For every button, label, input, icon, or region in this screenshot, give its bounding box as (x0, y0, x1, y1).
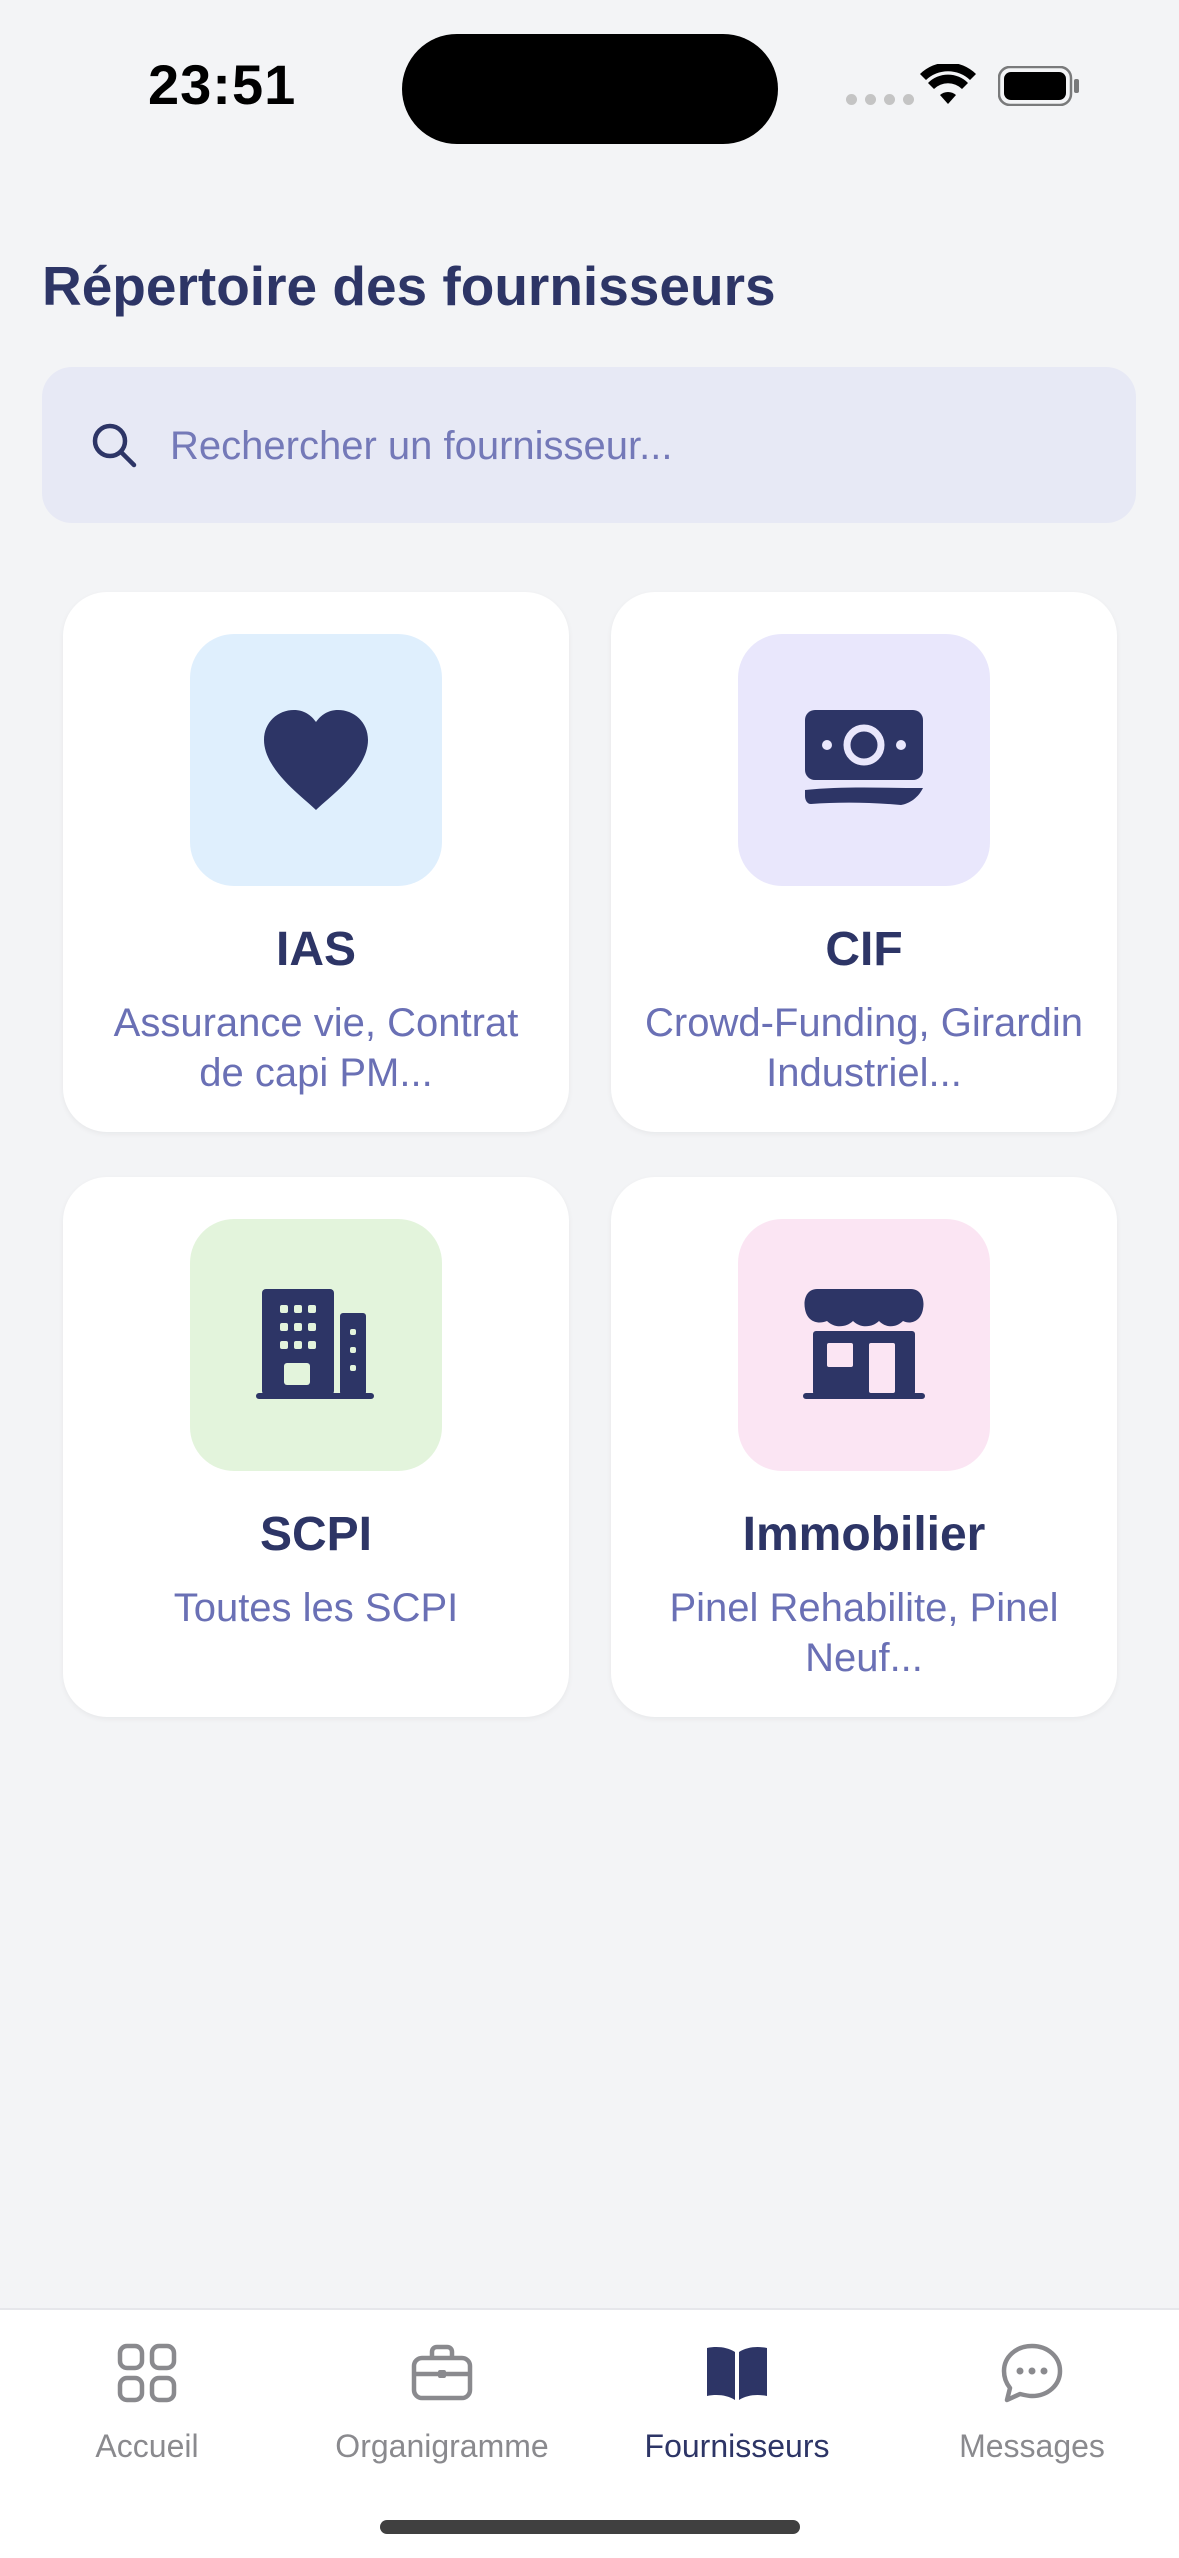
search-bar[interactable] (42, 367, 1136, 523)
tab-label: Organigramme (335, 2428, 549, 2464)
category-title: CIF (825, 923, 903, 976)
category-subtitle: Pinel Rehabilite, Pinel Neuf... (669, 1586, 1059, 1680)
book-icon (707, 2347, 767, 2400)
tab-accueil[interactable]: Accueil (0, 2310, 294, 2480)
shop-icon (803, 1289, 925, 1399)
category-card-immobilier[interactable]: Immobilier Pinel Rehabilite, Pinel Neuf.… (611, 1177, 1117, 1717)
tab-label: Accueil (95, 2428, 199, 2464)
status-time: 23:51 (148, 53, 297, 116)
category-icon-box (738, 634, 990, 886)
category-subtitle: Toutes les SCPI (173, 1586, 459, 1630)
dynamic-island (402, 34, 778, 144)
wifi-icon (920, 64, 976, 104)
category-subtitle: Assurance vie, Contrat de capi PM... (113, 1001, 519, 1095)
category-card-cif[interactable]: CIF Crowd-Funding, Girardin Industriel..… (611, 592, 1117, 1132)
tab-label: Messages (959, 2428, 1105, 2464)
cellular-signal-icon (846, 94, 914, 105)
building-icon (256, 1289, 374, 1399)
category-icon-box (738, 1219, 990, 1471)
tab-messages[interactable]: Messages (885, 2310, 1179, 2480)
home-indicator (380, 2520, 800, 2534)
status-bar: 23:51 (0, 0, 1179, 180)
category-icon-box (190, 1219, 442, 1471)
category-title: SCPI (259, 1508, 373, 1561)
grid-icon (117, 2343, 177, 2403)
chat-icon (1001, 2343, 1063, 2403)
category-icon-box (190, 634, 442, 886)
briefcase-icon (411, 2344, 473, 2401)
category-card-scpi[interactable]: SCPI Toutes les SCPI (63, 1177, 569, 1717)
category-card-ias[interactable]: IAS Assurance vie, Contrat de capi PM... (63, 592, 569, 1132)
tab-organigramme[interactable]: Organigramme (295, 2310, 589, 2480)
tab-fournisseurs[interactable]: Fournisseurs (590, 2310, 884, 2480)
category-title: IAS (275, 923, 356, 976)
battery-icon (998, 66, 1079, 106)
money-bill-icon (805, 710, 923, 805)
heart-icon (264, 710, 368, 810)
page-title: Répertoire des fournisseurs (42, 255, 776, 317)
search-icon (92, 423, 137, 468)
search-input[interactable] (168, 407, 1072, 485)
category-title: Immobilier (742, 1508, 986, 1561)
tab-label: Fournisseurs (644, 2428, 830, 2464)
category-subtitle: Crowd-Funding, Girardin Industriel... (645, 1001, 1083, 1095)
